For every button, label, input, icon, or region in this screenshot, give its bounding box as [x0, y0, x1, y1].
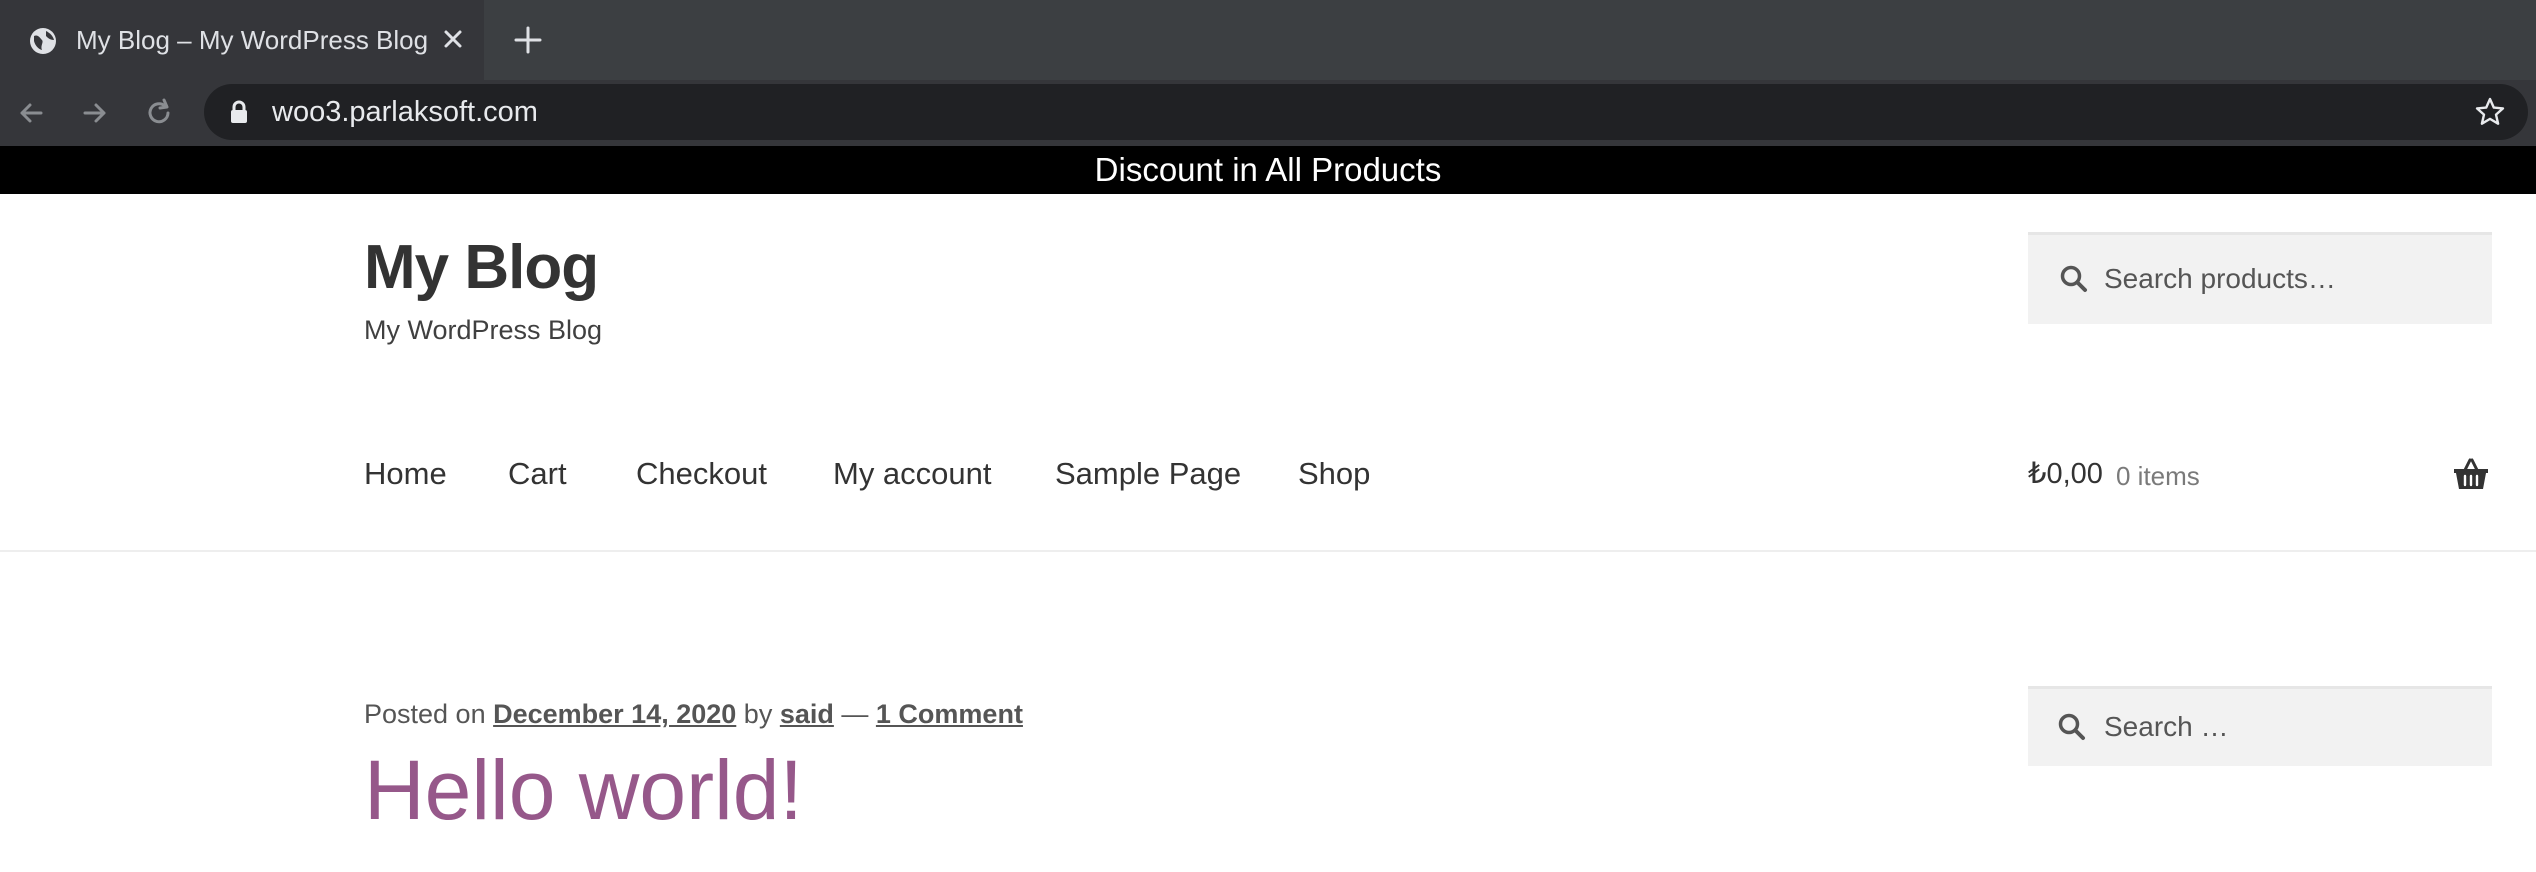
by-label: by — [743, 699, 773, 729]
close-icon[interactable] — [438, 24, 468, 54]
post-meta: Posted on December 14, 2020 by said — 1 … — [364, 696, 1023, 732]
reload-icon[interactable] — [142, 96, 176, 130]
nav-item-sample-page[interactable]: Sample Page — [1055, 452, 1241, 496]
post-comments-link[interactable]: 1 Comment — [876, 699, 1023, 729]
post-author-link[interactable]: said — [780, 699, 834, 729]
site-description: My WordPress Blog — [364, 315, 603, 345]
search-icon — [2058, 713, 2085, 740]
cart-amount[interactable]: ₺0,00 — [2028, 452, 2103, 496]
product-search-placeholder: Search products… — [2104, 263, 2336, 294]
globe-icon — [30, 28, 56, 54]
nav-item-my-account[interactable]: My account — [833, 452, 992, 496]
browser-tab-active[interactable]: My Blog – My WordPress Blog — [0, 0, 484, 80]
cart-item-count[interactable]: 0 items — [2116, 454, 2200, 498]
nav-item-checkout[interactable]: Checkout — [636, 452, 767, 496]
nav-item-cart[interactable]: Cart — [508, 452, 567, 496]
posted-on-label: Posted on — [364, 699, 486, 729]
search-icon — [2060, 265, 2087, 292]
header-cart[interactable]: ₺0,00 0 items — [2028, 452, 2494, 496]
plus-icon[interactable] — [510, 22, 546, 58]
lock-icon[interactable] — [228, 100, 250, 124]
arrow-left-icon[interactable] — [14, 96, 48, 130]
basket-icon[interactable] — [2452, 456, 2490, 492]
sidebar-search-field[interactable]: Search … — [2028, 686, 2492, 766]
star-icon[interactable] — [2474, 96, 2506, 128]
sidebar-search-placeholder: Search … — [2104, 711, 2229, 742]
tab-strip: My Blog – My WordPress Blog — [0, 0, 2536, 80]
post-title[interactable]: Hello world! — [364, 738, 803, 842]
nav-item-home[interactable]: Home — [364, 452, 447, 496]
tab-title: My Blog – My WordPress Blog — [76, 25, 429, 55]
meta-separator: — — [841, 699, 869, 729]
browser-toolbar: woo3.parlaksoft.com — [0, 80, 2536, 146]
arrow-right-icon[interactable] — [78, 96, 112, 130]
product-search-field[interactable]: Search products… — [2028, 232, 2492, 324]
promo-banner: Discount in All Products — [0, 146, 2536, 194]
browser-window: My Blog – My WordPress Blog woo3.parlaks… — [0, 0, 2536, 872]
url-text[interactable]: woo3.parlaksoft.com — [272, 94, 538, 130]
site-title[interactable]: My Blog — [364, 232, 599, 304]
address-bar[interactable]: woo3.parlaksoft.com — [204, 84, 2528, 140]
header-divider — [0, 550, 2536, 552]
nav-item-shop[interactable]: Shop — [1298, 452, 1370, 496]
post-date-link[interactable]: December 14, 2020 — [493, 699, 736, 729]
